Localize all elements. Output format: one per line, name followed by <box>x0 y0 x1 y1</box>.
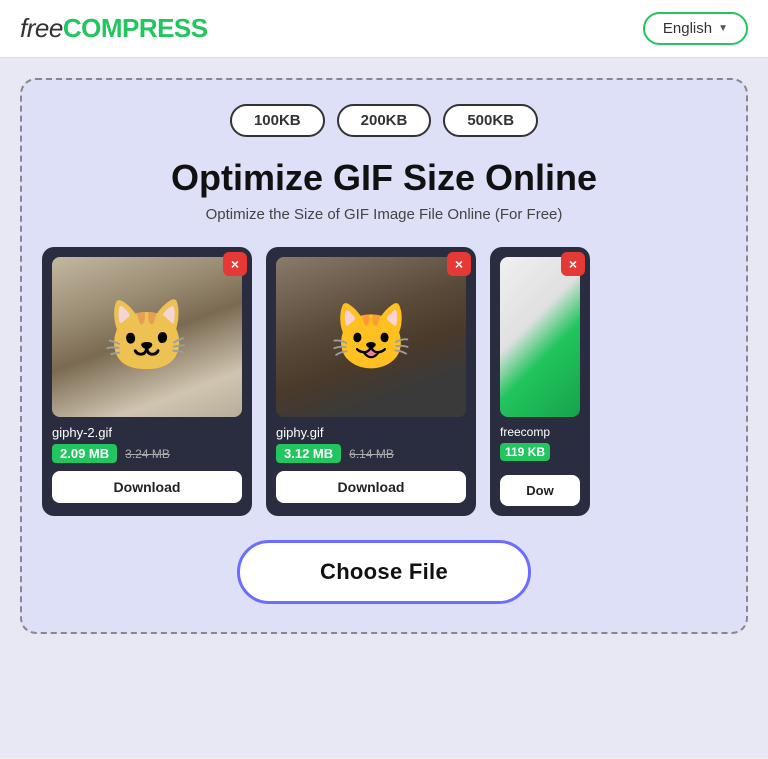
close-button-1[interactable]: × <box>223 252 247 276</box>
file-sizes-2: 3.12 MB 6.14 MB <box>276 444 466 463</box>
file-sizes-3: 119 KB <box>500 443 580 461</box>
pill-200kb[interactable]: 200KB <box>337 104 432 137</box>
close-button-2[interactable]: × <box>447 252 471 276</box>
logo-compress-text: COMPRESS <box>63 13 208 43</box>
chevron-down-icon: ▼ <box>718 23 728 34</box>
choose-file-button[interactable]: Choose File <box>237 540 531 604</box>
pill-500kb[interactable]: 500KB <box>443 104 538 137</box>
main-content: 100KB 200KB 500KB Optimize GIF Size Onli… <box>0 58 768 758</box>
old-size-1: 3.24 MB <box>125 447 170 461</box>
logo-free-text: free <box>20 13 63 43</box>
file-sizes-1: 2.09 MB 3.24 MB <box>52 444 242 463</box>
language-selector[interactable]: English ▼ <box>643 12 748 45</box>
gif-preview-1 <box>52 257 242 417</box>
language-label: English <box>663 20 712 37</box>
pill-100kb[interactable]: 100KB <box>230 104 325 137</box>
gif-card-1: × giphy-2.gif 2.09 MB 3.24 MB Download <box>42 247 252 516</box>
gif-thumbnail-3 <box>500 257 580 417</box>
new-size-badge-3: 119 KB <box>500 443 550 461</box>
gif-card-3-partial: × freecomp 119 KB Dow <box>490 247 590 516</box>
gif-preview-2 <box>276 257 466 417</box>
cards-row: × giphy-2.gif 2.09 MB 3.24 MB Download × <box>42 247 726 516</box>
close-button-3[interactable]: × <box>561 252 585 276</box>
download-button-3[interactable]: Dow <box>500 475 580 506</box>
header: freeCOMPRESS English ▼ <box>0 0 768 58</box>
size-pills-row: 100KB 200KB 500KB <box>42 104 726 137</box>
page-subtitle: Optimize the Size of GIF Image File Onli… <box>42 206 726 223</box>
new-size-badge-1: 2.09 MB <box>52 444 117 463</box>
gif-card-2: × giphy.gif 3.12 MB 6.14 MB Download <box>266 247 476 516</box>
download-button-1[interactable]: Download <box>52 471 242 503</box>
page-title: Optimize GIF Size Online <box>42 157 726 198</box>
old-size-2: 6.14 MB <box>349 447 394 461</box>
upload-area: 100KB 200KB 500KB Optimize GIF Size Onli… <box>20 78 748 634</box>
filename-2: giphy.gif <box>276 425 466 440</box>
logo: freeCOMPRESS <box>20 13 208 44</box>
cat-image-2 <box>276 257 466 417</box>
choose-file-section: Choose File <box>42 540 726 604</box>
cat-image-1 <box>52 257 242 417</box>
filename-1: giphy-2.gif <box>52 425 242 440</box>
download-button-2[interactable]: Download <box>276 471 466 503</box>
filename-3: freecomp <box>500 425 580 439</box>
gif-preview-3 <box>500 257 580 417</box>
new-size-badge-2: 3.12 MB <box>276 444 341 463</box>
